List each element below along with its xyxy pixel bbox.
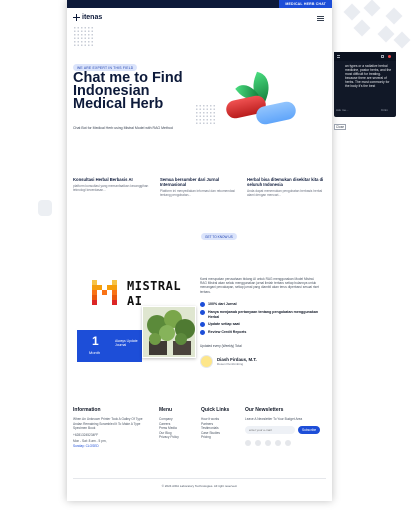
background-pattern — [334, 0, 414, 50]
footer-divider — [73, 478, 326, 479]
menu-icon[interactable] — [337, 55, 340, 58]
footer-info-text: When An Unknown Printer Took A Galley Of… — [73, 417, 143, 431]
feature-desc: platform konsultasi yang memanfaatkan ke… — [73, 184, 149, 193]
footer-heading: Menu — [159, 407, 173, 413]
chat-header — [334, 52, 396, 61]
logo-cross-icon — [73, 14, 80, 21]
update-badge: 1 Month Always Update Journal — [77, 330, 142, 362]
logo[interactable]: itenas — [73, 14, 102, 21]
footer-menu: Menu Company Careers Press Media Our Blo… — [159, 407, 179, 440]
feature-desc: Anda dapat menemukan pengobatan berbasis… — [247, 189, 323, 198]
navbar: itenas — [67, 8, 332, 28]
chat-input-row: Ask me... Kirim — [336, 108, 394, 115]
mistral-brand-text: MISTRAL AI — [127, 279, 182, 308]
footer-newsletter: Our Newsletters Leave A Newsletter To Yo… — [245, 407, 329, 446]
footer-heading: Our Newsletters — [245, 407, 284, 413]
facebook-icon[interactable] — [245, 439, 251, 446]
feature-card: Semua bersumber dari Jurnal Internasiona… — [160, 177, 238, 197]
footer-hours-sunday: Sunday: CLOSED — [73, 443, 99, 448]
check-icon — [200, 310, 205, 316]
feature-title: Konsultasi Herbal Berbasis AI — [73, 177, 133, 182]
about-checklist: 100% dari Jurnal Hanya menjawab pertanya… — [200, 302, 320, 338]
linkedin-icon[interactable] — [275, 439, 281, 446]
send-button[interactable]: Kirim — [381, 108, 388, 112]
month-number: 1 — [92, 334, 99, 348]
check-icon — [200, 322, 205, 328]
email-field[interactable] — [245, 425, 295, 434]
chat-widget[interactable]: an types or a radiative herbal medicine,… — [334, 52, 396, 117]
feature-card: Herbal bisa ditemukan disekitar kita di … — [247, 177, 325, 197]
list-item: Hanya menjawab pertanyaan tentang pengob… — [200, 310, 320, 319]
footer-link[interactable]: Privacy Policy — [159, 435, 179, 440]
chat-message: an types or a radiative herbal medicine,… — [345, 64, 392, 89]
feature-list: Konsultasi Herbal Berbasis AI platform k… — [73, 177, 325, 197]
list-item: 100% dari Jurnal — [200, 302, 320, 308]
top-bar: MEDICAL HERB CHAT — [67, 0, 332, 8]
list-item: Review Credit Reports — [200, 330, 320, 336]
background-shape — [38, 200, 52, 216]
about-chip: GET TO KNOW US — [201, 233, 237, 240]
footer-heading: Quick Links — [201, 407, 230, 413]
herbal-pill-illustration — [222, 71, 302, 134]
feature-title: Herbal bisa ditemukan disekitar kita di … — [247, 177, 324, 187]
webpage-preview: MEDICAL HERB CHAT itenas WE ARE EXPERT I… — [67, 0, 332, 501]
footer-quick-links: Quick Links How it works Partners Testim… — [201, 407, 229, 440]
author-card: Diash Firdaus, M.T. Dosen Pembimbing — [200, 355, 257, 368]
chat-input[interactable]: Ask me... — [336, 108, 349, 112]
month-label: Month — [89, 350, 101, 355]
subscribe-button[interactable]: Subscribe — [298, 425, 321, 434]
hero-subtitle: Chat Bot for Medical Herb using Mistral … — [73, 126, 173, 130]
close-button[interactable]: Close — [334, 124, 346, 130]
feature-desc: Platform ini menyediakan informasi dan r… — [160, 189, 235, 198]
hamburger-menu-icon[interactable] — [317, 16, 324, 21]
instagram-icon[interactable] — [265, 439, 271, 446]
herb-garden-photo — [142, 306, 196, 358]
feature-title: Semua bersumber dari Jurnal Internasiona… — [160, 177, 220, 187]
list-item: Update setiap saat — [200, 322, 320, 328]
footer-link[interactable]: Pricing — [201, 435, 229, 440]
author-role: Dosen Pembimbing — [217, 362, 244, 366]
medical-herb-chat-button[interactable]: MEDICAL HERB CHAT — [279, 0, 332, 8]
mistral-logo-icon — [92, 280, 118, 305]
user-icon[interactable] — [388, 55, 391, 58]
dot-pattern — [73, 26, 95, 48]
month-description: Always Update Journal — [115, 339, 138, 348]
about-link[interactable]: Updated every (Weekly) Total — [200, 344, 242, 348]
about-paragraph: Kami merupakan perusahaan bidang AI untu… — [200, 277, 319, 294]
footer-heading: Information — [73, 407, 101, 413]
social-icons — [245, 439, 329, 446]
expand-icon[interactable] — [381, 55, 384, 58]
footer-phone: +62813245234FF — [73, 432, 99, 437]
avatar — [200, 355, 213, 368]
hero-title: Chat me to Find Indonesian Medical Herb — [73, 70, 183, 112]
dot-pattern — [195, 104, 217, 126]
youtube-icon[interactable] — [285, 439, 291, 446]
logo-text: itenas — [82, 14, 103, 21]
footer-info: Information When An Unknown Printer Took… — [73, 407, 143, 449]
twitter-icon[interactable] — [255, 439, 261, 446]
feature-card: Konsultasi Herbal Berbasis AI platform k… — [73, 177, 151, 197]
check-icon — [200, 330, 205, 336]
check-icon — [200, 302, 205, 308]
copyright-text: © 2024 AIDA Laboratory Technologies. All… — [161, 484, 238, 488]
newsletter-desc: Leave A Newsletter To Your Budget Area — [245, 417, 303, 421]
